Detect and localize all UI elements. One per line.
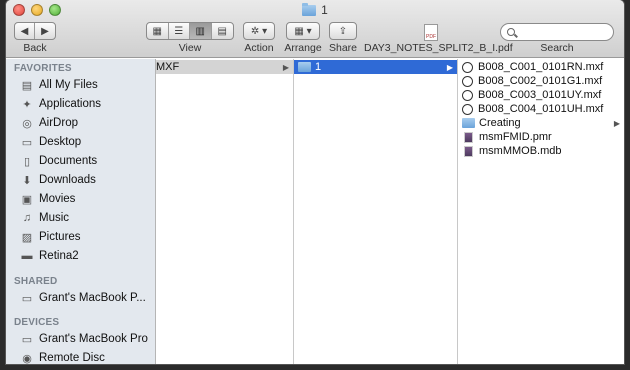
coverflow-view-button[interactable]: ▤ (212, 23, 233, 39)
window-title: 1 (6, 2, 624, 17)
sidebar-item-music[interactable]: ♫ Music (20, 209, 69, 227)
desktop-icon: ▭ (21, 136, 33, 149)
sidebar: FAVORITES ▤ All My Files ✦ Applications … (6, 59, 156, 364)
music-icon: ♫ (22, 212, 32, 224)
back-button[interactable]: ◀ (15, 23, 36, 39)
list-item[interactable]: B008_C004_0101UH.mxf (458, 102, 624, 116)
share-label: Share (328, 42, 358, 54)
search-icon (507, 28, 515, 36)
mxf-file-icon (462, 61, 473, 73)
list-item[interactable]: msmMMOB.mdb (458, 144, 624, 158)
column-1: MXF ▶ (156, 59, 294, 364)
laptop-icon: ▭ (21, 333, 33, 346)
action-group: ✲ ▾ (243, 22, 275, 40)
search-label: Search (540, 42, 574, 54)
drive-icon: ▬ (21, 250, 33, 262)
list-view-button[interactable]: ☰ (169, 23, 190, 39)
folder-icon (462, 118, 475, 128)
sidebar-item-shared-macbook[interactable]: ▭ Grant's MacBook P... (20, 289, 146, 307)
column-3: B008_C001_0101RN.mxf B008_C002_0101G1.mx… (458, 59, 624, 364)
list-item[interactable]: B008_C002_0101G1.mxf (458, 74, 624, 88)
back-label: Back (23, 42, 47, 54)
list-item[interactable]: MXF ▶ (156, 60, 293, 74)
sidebar-item-movies[interactable]: ▣ Movies (20, 190, 76, 208)
sidebar-item-pictures[interactable]: ▨ Pictures (20, 228, 81, 246)
arrange-group: ▦ ▾ (286, 22, 320, 40)
applications-icon: ✦ (22, 98, 32, 111)
list-item[interactable]: 1 ▶ (294, 60, 457, 74)
share-group: ⇪ (329, 22, 357, 40)
arrange-button[interactable]: ▦ ▾ (287, 23, 319, 39)
list-item[interactable]: B008_C003_0101UY.mxf (458, 88, 624, 102)
share-button[interactable]: ⇪ (330, 23, 356, 39)
sidebar-item-remote-disc[interactable]: ◉ Remote Disc (20, 349, 105, 364)
chevron-right-icon: ▶ (282, 62, 289, 72)
documents-icon: ▯ (23, 155, 31, 168)
action-label: Action (244, 42, 274, 54)
sidebar-item-downloads[interactable]: ⬇ Downloads (20, 171, 96, 189)
pictures-icon: ▨ (21, 231, 33, 244)
window-title-text: 1 (321, 3, 328, 17)
disc-icon: ◉ (22, 352, 32, 365)
finder-window: 1 ◀ ▶ Back ▦ ☰ ▥ ▤ View ✲ ▾ Action ▦ ▾ A… (6, 0, 624, 364)
column-2: 1 ▶ (294, 59, 458, 364)
arrange-label: Arrange (284, 42, 322, 54)
view-label: View (178, 42, 202, 54)
folder-icon (302, 2, 317, 16)
list-item[interactable]: msmFMID.pmr (458, 130, 624, 144)
laptop-icon: ▭ (21, 292, 33, 305)
movies-icon: ▣ (21, 193, 33, 206)
toolbar: 1 ◀ ▶ Back ▦ ☰ ▥ ▤ View ✲ ▾ Action ▦ ▾ A… (6, 0, 624, 58)
mxf-file-icon (462, 75, 473, 87)
sidebar-item-all-my-files[interactable]: ▤ All My Files (20, 76, 98, 94)
sidebar-item-documents[interactable]: ▯ Documents (20, 152, 97, 170)
view-group: ▦ ☰ ▥ ▤ (146, 22, 234, 40)
list-item[interactable]: B008_C001_0101RN.mxf (458, 60, 624, 74)
airdrop-icon: ◎ (22, 117, 32, 130)
pdf-file-label[interactable]: DAY3_NOTES_SPLIT2_B_I.pdf (364, 42, 513, 54)
chevron-right-icon: ▶ (613, 118, 620, 128)
sidebar-item-device-macbook[interactable]: ▭ Grant's MacBook Pro (20, 330, 148, 348)
search-input[interactable] (500, 23, 614, 41)
downloads-icon: ⬇ (22, 174, 32, 187)
favorites-header: FAVORITES (14, 63, 72, 74)
action-button[interactable]: ✲ ▾ (244, 23, 274, 39)
icon-view-button[interactable]: ▦ (147, 23, 169, 39)
forward-button[interactable]: ▶ (35, 23, 55, 39)
all-files-icon: ▤ (21, 79, 33, 92)
folder-icon (298, 62, 311, 72)
chevron-right-icon: ▶ (446, 62, 453, 72)
pdf-file-icon[interactable]: PDF (424, 24, 438, 41)
document-icon (464, 131, 473, 143)
list-item[interactable]: Creating ▶ (458, 116, 624, 130)
back-forward-group: ◀ ▶ (14, 22, 56, 40)
mxf-file-icon (462, 103, 473, 115)
sidebar-item-airdrop[interactable]: ◎ AirDrop (20, 114, 78, 132)
sidebar-item-desktop[interactable]: ▭ Desktop (20, 133, 81, 151)
column-view-button[interactable]: ▥ (190, 23, 212, 39)
document-icon (464, 145, 473, 157)
mxf-file-icon (462, 89, 473, 101)
sidebar-item-applications[interactable]: ✦ Applications (20, 95, 101, 113)
shared-header: SHARED (14, 276, 58, 287)
devices-header: DEVICES (14, 317, 60, 328)
sidebar-item-retina2[interactable]: ▬ Retina2 (20, 247, 79, 265)
